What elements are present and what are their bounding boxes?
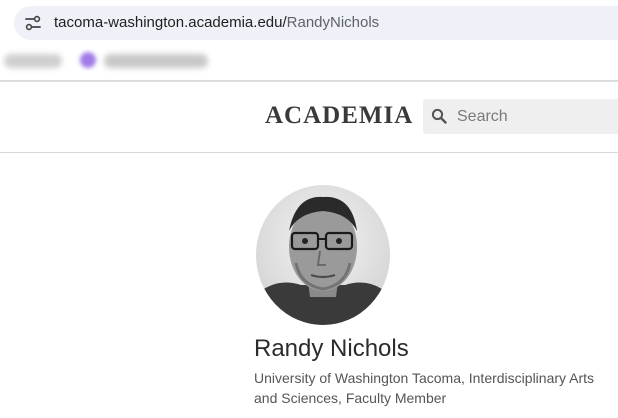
url-host: tacoma-washington.academia.edu/ <box>54 14 287 31</box>
search-box[interactable] <box>423 99 618 134</box>
address-bar[interactable]: tacoma-washington.academia.edu/RandyNich… <box>14 6 618 40</box>
search-input[interactable] <box>457 99 617 134</box>
url-text[interactable]: tacoma-washington.academia.edu/RandyNich… <box>54 14 379 31</box>
browser-toolbar: tacoma-washington.academia.edu/RandyNich… <box>0 0 618 80</box>
bookmark-item[interactable] <box>104 54 208 68</box>
academia-logo[interactable]: ACADEMIA <box>265 102 413 130</box>
avatar-photo <box>256 185 390 325</box>
profile-name: Randy Nichols <box>254 335 409 362</box>
profile-affiliation[interactable]: University of Washington Tacoma, Interdi… <box>254 368 614 408</box>
bookmark-icon <box>80 52 96 68</box>
site-info-icon[interactable] <box>24 14 42 32</box>
site-header: ACADEMIA <box>0 82 618 152</box>
url-path: RandyNichols <box>286 14 380 31</box>
bookmarks-bar <box>0 48 618 74</box>
bookmark-item[interactable] <box>4 54 62 68</box>
search-icon <box>431 108 447 124</box>
header-divider <box>0 152 618 153</box>
profile-avatar[interactable] <box>256 185 390 325</box>
